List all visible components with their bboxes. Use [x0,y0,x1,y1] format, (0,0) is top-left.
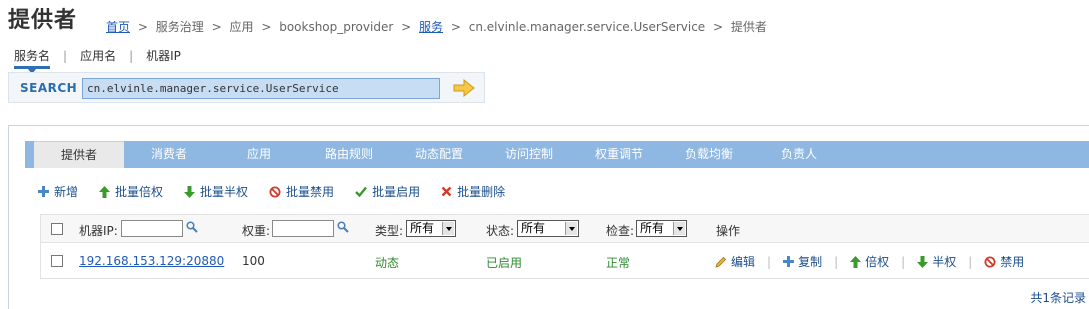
breadcrumb-separator: > [401,20,412,34]
select-all-checkbox[interactable] [51,223,63,235]
tab-divider: | [63,48,68,63]
copy-button[interactable]: 复制 [783,253,822,270]
type-filter-select[interactable]: 所有 [406,220,456,237]
chevron-down-icon [442,222,454,235]
batch-half-weight-button[interactable]: 批量半权 [184,183,248,200]
tab-providers[interactable]: 提供者 [34,141,124,168]
breadcrumb-separator: > [450,20,461,34]
arrow-down-icon [917,255,929,268]
tab-access-control[interactable]: 访问控制 [484,141,574,168]
weight-filter-label: 权重: [242,224,271,238]
breadcrumb-services-link[interactable]: 服务 [419,20,443,34]
check-filter-select[interactable]: 所有 [636,220,687,237]
batch-delete-button[interactable]: 批量删除 [441,183,505,200]
breadcrumb-governance: 服务治理 [155,20,204,34]
plus-icon [783,256,795,267]
operation-divider: | [968,254,973,269]
operation-divider: | [767,254,772,269]
provider-check: 正常 [606,256,631,270]
ip-filter-label: 机器IP: [79,224,118,238]
ip-filter-input[interactable] [121,220,183,237]
search-type-tabs: 服务名 | 应用名 | 机器IP [14,47,181,74]
plus-icon [38,186,49,197]
edit-button[interactable]: 编辑 [715,253,755,270]
double-weight-button[interactable]: 倍权 [850,253,889,270]
search-icon[interactable] [186,221,198,233]
cross-icon [441,186,452,197]
chevron-down-icon [673,222,685,235]
provider-weight: 100 [242,254,265,268]
status-filter-label: 状态: [486,224,515,238]
toolbar: 新增 批量倍权 批量半权 批量禁用 批量启用 批量删除 [38,183,526,200]
breadcrumb-separator: > [211,20,222,34]
check-filter-label: 检查: [606,224,635,238]
type-filter-label: 类型: [375,224,404,238]
row-checkbox[interactable] [51,255,63,267]
tab-owners[interactable]: 负责人 [754,141,844,168]
row-operations: 编辑 | 复制 | 倍权 | 半权 | 禁用 [715,253,1024,270]
breadcrumb-app-name: bookshop_provider [279,20,394,34]
tab-routes[interactable]: 路由规则 [304,141,394,168]
batch-enable-button[interactable]: 批量启用 [355,183,420,200]
batch-disable-button[interactable]: 批量禁用 [269,183,334,200]
record-count: 共1条记录 [1030,291,1086,305]
search-tab-service[interactable]: 服务名 [14,47,51,74]
arrow-up-icon [850,255,862,268]
disable-button[interactable]: 禁用 [984,253,1024,270]
search-icon[interactable] [337,221,349,233]
breadcrumb-apps: 应用 [229,20,254,34]
provider-address-link[interactable]: 192.168.153.129:20880 [79,254,224,268]
forbidden-icon [984,256,996,267]
search-arrow-icon[interactable] [453,79,475,97]
breadcrumb-home-link[interactable]: 首页 [106,20,130,34]
operation-divider: | [834,254,839,269]
page-title: 提供者 [8,8,78,33]
arrow-down-icon [184,185,196,198]
tab-divider: | [129,48,134,63]
operation-divider: | [901,254,906,269]
tab-consumers[interactable]: 消费者 [124,141,214,168]
status-filter-select[interactable]: 所有 [517,220,579,237]
search-tab-application[interactable]: 应用名 [80,47,116,64]
weight-filter-input[interactable] [272,220,334,237]
breadcrumb-separator: > [713,20,724,34]
chevron-down-icon [565,222,577,235]
half-weight-button[interactable]: 半权 [917,253,956,270]
search-label: SEARCH [20,81,78,95]
provider-status: 已启用 [486,256,523,270]
operations-header: 操作 [716,224,741,238]
add-button[interactable]: 新增 [38,183,78,200]
tab-dynamic-config[interactable]: 动态配置 [394,141,484,168]
arrow-up-icon [99,185,111,198]
provider-type: 动态 [375,256,400,270]
breadcrumb-separator: > [261,20,272,34]
breadcrumb-service-name: cn.elvinle.manager.service.UserService [468,20,706,34]
search-input[interactable] [82,78,440,99]
search-tab-ip[interactable]: 机器IP [146,47,181,64]
pencil-icon [715,256,727,268]
check-icon [355,186,367,197]
batch-double-weight-button[interactable]: 批量倍权 [99,183,163,200]
forbidden-icon [269,186,281,197]
breadcrumb-current: 提供者 [730,20,767,34]
breadcrumb: 首页 > 服务治理 > 应用 > bookshop_provider > 服务 … [106,18,767,35]
tab-load-balance[interactable]: 负载均衡 [664,141,754,168]
tab-weights[interactable]: 权重调节 [574,141,664,168]
breadcrumb-separator: > [137,20,148,34]
tab-applications[interactable]: 应用 [214,141,304,168]
